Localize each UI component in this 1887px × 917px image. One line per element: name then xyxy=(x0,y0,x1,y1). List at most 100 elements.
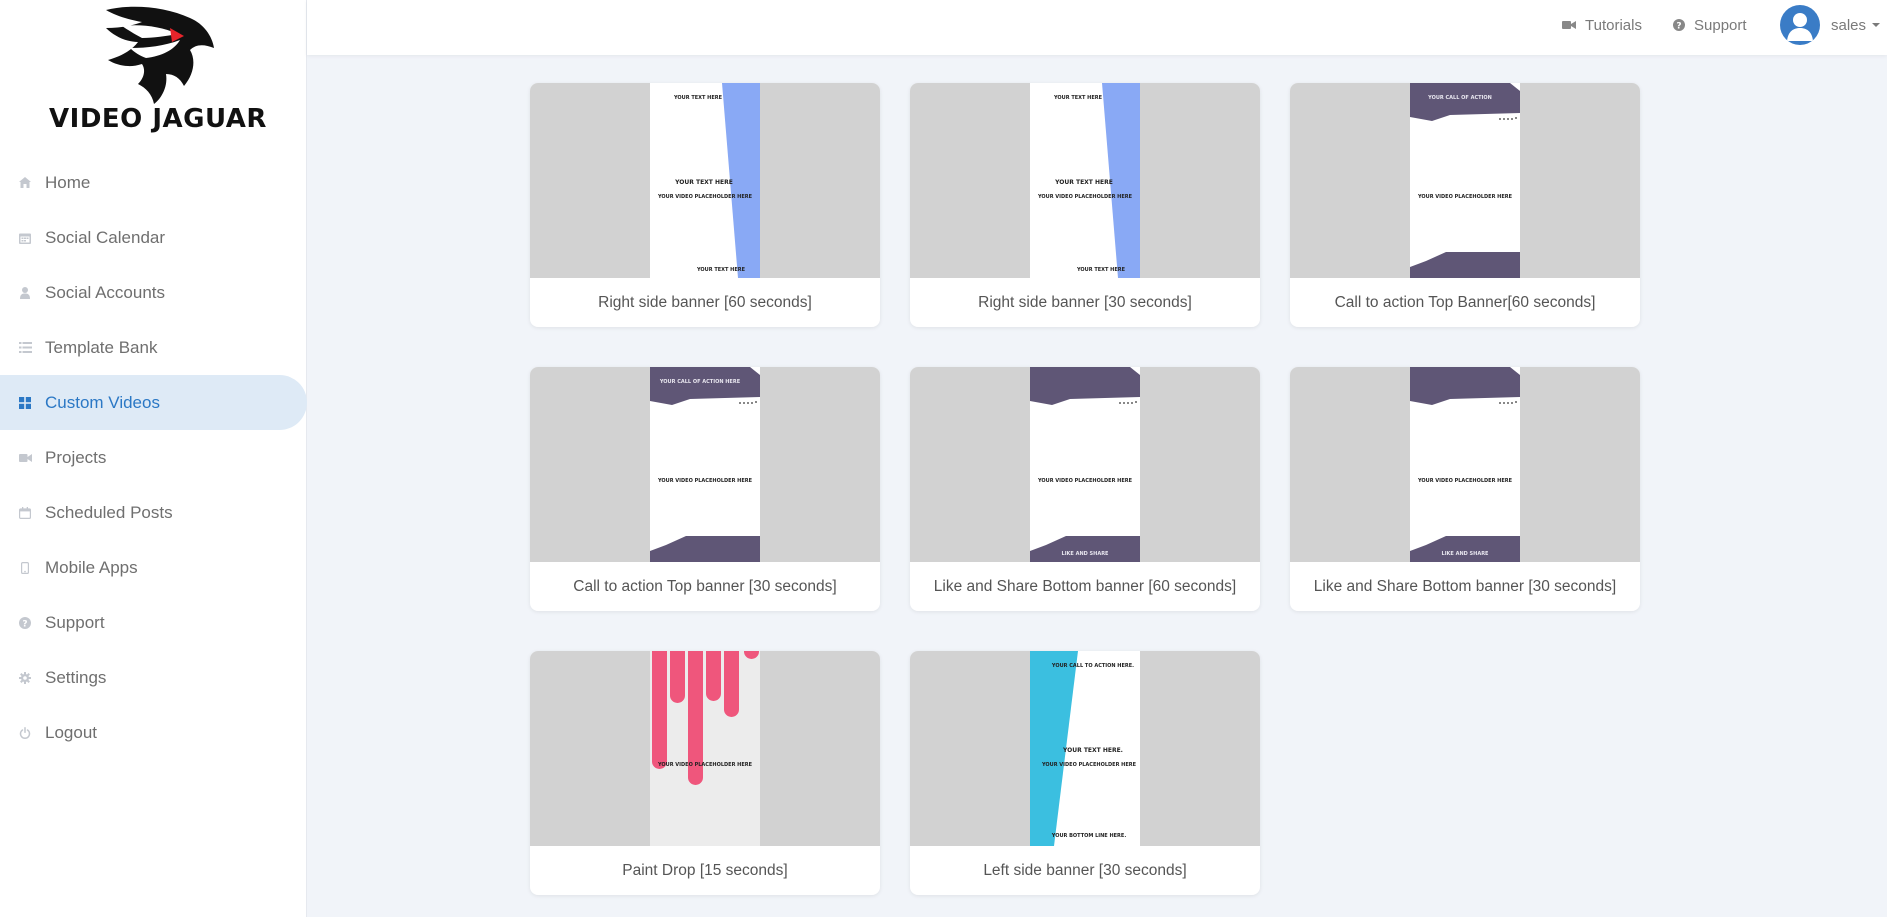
preview-text: YOUR VIDEO PLACEHOLDER HERE xyxy=(1037,478,1133,484)
sidebar-item-social-accounts[interactable]: Social Accounts xyxy=(0,265,307,320)
template-preview: YOUR TEXT HERE YOUR TEXT HERE YOUR VIDEO P… xyxy=(1030,83,1140,278)
sidebar-item-label: Social Calendar xyxy=(45,227,166,247)
user-menu[interactable]: sales xyxy=(1831,0,1881,50)
sidebar-item-label: Logout xyxy=(45,722,97,742)
bottom-banner-shape xyxy=(1410,367,1520,562)
preview-text: YOUR VIDEO PLACEHOLDER HERE xyxy=(657,478,753,484)
sidebar-item-home[interactable]: Home xyxy=(0,155,307,210)
template-card[interactable]: YOUR TEXT HERE YOUR TEXT HERE YOUR VIDEO P… xyxy=(910,83,1260,327)
template-preview: YOUR CALL TO ACTION HERE. YOUR TEXT HERE.… xyxy=(1030,651,1140,846)
template-preview: YOUR CALL OF ACTION YOUR VIDEO PLACEHOLDE… xyxy=(1410,83,1520,278)
sidebar-item-label: Template Bank xyxy=(45,337,158,357)
template-title: Call to action Top banner [30 seconds] xyxy=(573,577,837,595)
template-thumbnail: YOUR TEXT HERE YOUR TEXT HERE YOUR VIDEO P… xyxy=(530,83,880,278)
preview-text: YOUR TEXT HERE xyxy=(1076,267,1126,273)
template-title: Paint Drop [15 seconds] xyxy=(622,861,788,879)
sidebar-item-settings[interactable]: Settings xyxy=(0,650,307,705)
sidebar-item-label: Scheduled Posts xyxy=(45,502,173,522)
preview-text: YOUR TEXT HERE xyxy=(1053,95,1103,101)
template-card[interactable]: YOUR CALL TO ACTION HERE. YOUR TEXT HERE.… xyxy=(910,651,1260,895)
sidebar-item-logout[interactable]: Logout xyxy=(0,705,307,760)
user-silhouette-icon xyxy=(1787,13,1813,41)
template-card[interactable]: YOUR TEXT HERE YOUR TEXT HERE YOUR VIDEO P… xyxy=(530,83,880,327)
template-preview: YOUR VIDEO PLACEHOLDER HERE LIKE AND SHAR… xyxy=(1410,367,1520,562)
template-title: Right side banner [30 seconds] xyxy=(978,293,1192,311)
template-title: Right side banner [60 seconds] xyxy=(598,293,812,311)
sidebar-item-scheduled-posts[interactable]: Scheduled Posts xyxy=(0,485,307,540)
home-icon xyxy=(18,176,32,190)
template-thumbnail: YOUR VIDEO PLACEHOLDER HERE xyxy=(530,651,880,846)
brand-name: VIDEO JAGUAR xyxy=(49,104,267,134)
preview-text: YOUR VIDEO PLACEHOLDER HERE xyxy=(657,762,753,768)
preview-text: YOUR VIDEO PLACEHOLDER HERE xyxy=(657,194,753,200)
tutorials-label: Tutorials xyxy=(1585,16,1642,34)
preview-text: YOUR CALL TO ACTION HERE. xyxy=(1051,663,1135,669)
sidebar-item-label: Projects xyxy=(45,447,107,467)
preview-text: YOUR VIDEO PLACEHOLDER HERE xyxy=(1417,194,1513,200)
question-circle-icon: ? xyxy=(1673,19,1685,31)
preview-text: YOUR VIDEO PLACEHOLDER HERE xyxy=(1041,762,1137,768)
preview-text: LIKE AND SHARE xyxy=(1061,551,1109,557)
sidebar-item-projects[interactable]: Projects xyxy=(0,430,307,485)
sidebar-item-custom-videos[interactable]: Custom Videos xyxy=(0,375,307,430)
template-card[interactable]: YOUR VIDEO PLACEHOLDER HERE LIKE AND SHAR… xyxy=(1290,367,1640,611)
preview-text: YOUR VIDEO PLACEHOLDER HERE xyxy=(1417,478,1513,484)
sidebar-item-mobile-apps[interactable]: Mobile Apps xyxy=(0,540,307,595)
topbar: Tutorials ? Support sales xyxy=(307,0,1887,55)
bottom-banner-shape xyxy=(1030,367,1140,562)
template-preview: YOUR TEXT HERE YOUR TEXT HERE YOUR VIDEO P… xyxy=(650,83,760,278)
sidebar: VIDEO JAGUAR Home Social Calendar Social A… xyxy=(0,0,307,917)
template-thumbnail: YOUR VIDEO PLACEHOLDER HERE LIKE AND SHAR… xyxy=(1290,367,1640,562)
gear-icon xyxy=(18,671,32,685)
caret-down-icon xyxy=(1872,23,1881,27)
support-link[interactable]: ? Support xyxy=(1673,0,1747,50)
template-card[interactable]: YOUR CALL OF ACTION HERE YOUR VIDEO PLACE… xyxy=(530,367,880,611)
sidebar-item-support[interactable]: ? Support xyxy=(0,595,307,650)
sidebar-item-label: Mobile Apps xyxy=(45,557,138,577)
preview-text: YOUR BOTTOM LINE HERE. xyxy=(1051,833,1127,839)
template-card[interactable]: YOUR CALL OF ACTION YOUR VIDEO PLACEHOLDE… xyxy=(1290,83,1640,327)
power-icon xyxy=(18,726,32,740)
template-title: Call to action Top Banner[60 seconds] xyxy=(1334,293,1596,311)
template-title: Like and Share Bottom banner [30 seconds… xyxy=(1313,577,1617,595)
user-avatar[interactable] xyxy=(1780,5,1820,45)
preview-text: LIKE AND SHARE xyxy=(1441,551,1489,557)
sidebar-item-label: Settings xyxy=(45,667,107,687)
template-thumbnail: YOUR TEXT HERE YOUR TEXT HERE YOUR VIDEO P… xyxy=(910,83,1260,278)
template-thumbnail: YOUR CALL OF ACTION HERE YOUR VIDEO PLACE… xyxy=(530,367,880,562)
support-label: Support xyxy=(1694,16,1747,34)
template-title: Left side banner [30 seconds] xyxy=(983,861,1187,879)
list-icon xyxy=(18,341,32,355)
preview-text: YOUR CALL OF ACTION HERE xyxy=(659,379,741,385)
grid-icon xyxy=(18,396,32,410)
preview-text: YOUR CALL OF ACTION xyxy=(1428,95,1492,101)
question-circle-icon: ? xyxy=(18,616,32,630)
sidebar-item-label: Custom Videos xyxy=(45,392,160,412)
user-name: sales xyxy=(1831,16,1867,34)
svg-text:?: ? xyxy=(22,619,27,629)
preview-text: YOUR TEXT HERE xyxy=(673,95,723,101)
preview-text: YOUR TEXT HERE xyxy=(675,179,733,186)
svg-text:?: ? xyxy=(1676,22,1681,32)
template-card[interactable]: YOUR VIDEO PLACEHOLDER HERE LIKE AND SHAR… xyxy=(910,367,1260,611)
sidebar-nav: Home Social Calendar Social Accounts Templa… xyxy=(0,155,307,760)
sidebar-item-template-bank[interactable]: Template Bank xyxy=(0,320,307,375)
jaguar-logo-icon xyxy=(106,6,214,105)
video-camera-icon xyxy=(18,451,32,465)
brand-logo[interactable]: VIDEO JAGUAR xyxy=(44,4,272,138)
template-preview: YOUR VIDEO PLACEHOLDER HERE xyxy=(650,651,760,846)
template-preview: YOUR VIDEO PLACEHOLDER HERE LIKE AND SHAR… xyxy=(1030,367,1140,562)
template-thumbnail: YOUR CALL TO ACTION HERE. YOUR TEXT HERE.… xyxy=(910,651,1260,846)
template-preview: YOUR CALL OF ACTION HERE YOUR VIDEO PLACE… xyxy=(650,367,760,562)
preview-text: YOUR TEXT HERE. xyxy=(1063,747,1123,754)
tutorials-link[interactable]: Tutorials xyxy=(1562,0,1642,50)
calendar-empty-icon xyxy=(18,506,32,520)
sidebar-item-label: Home xyxy=(45,172,91,192)
video-camera-icon xyxy=(1562,20,1576,30)
preview-text: YOUR VIDEO PLACEHOLDER HERE xyxy=(1037,194,1133,200)
mobile-icon xyxy=(18,561,32,575)
template-card[interactable]: YOUR VIDEO PLACEHOLDER HERE Paint Drop [1… xyxy=(530,651,880,895)
top-banner-shape xyxy=(1410,83,1520,278)
sidebar-item-social-calendar[interactable]: Social Calendar xyxy=(0,210,307,265)
template-title: Like and Share Bottom banner [60 seconds… xyxy=(933,577,1237,595)
